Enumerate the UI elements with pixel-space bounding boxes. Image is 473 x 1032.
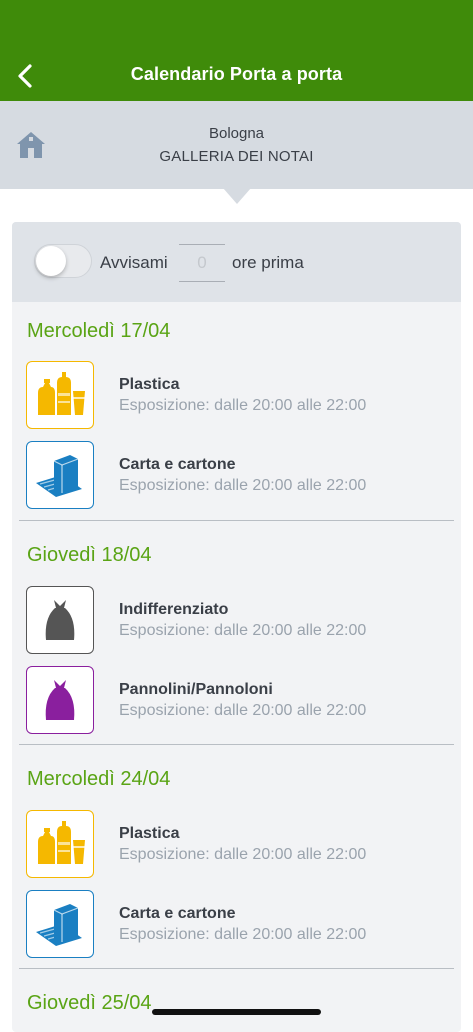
location-city: Bologna	[208, 125, 265, 142]
item-name: Indifferenziato	[119, 601, 229, 618]
day-title: Mercoledì 17/04	[27, 320, 171, 342]
toggle-knob	[36, 246, 66, 276]
day-title: Giovedì 18/04	[27, 544, 152, 566]
item-name: Carta e cartone	[119, 456, 236, 473]
day-title: Giovedì 25/04	[27, 992, 152, 1014]
notify-row: Avvisami 0 ore prima	[12, 222, 461, 302]
item-time: Esposizione: dalle 20:00 alle 22:00	[119, 846, 367, 863]
item-name: Carta e cartone	[119, 905, 236, 922]
day-divider	[19, 968, 454, 969]
location-bar	[0, 101, 473, 189]
day-divider	[19, 520, 454, 521]
item-name: Pannolini/Pannoloni	[119, 681, 273, 698]
location-street: GALLERIA DEI NOTAI	[159, 148, 314, 165]
location-pointer	[223, 188, 251, 204]
item-time: Esposizione: dalle 20:00 alle 22:00	[119, 622, 367, 639]
plastica-icon	[26, 361, 94, 429]
hours-input[interactable]: 0	[179, 244, 225, 282]
item-time: Esposizione: dalle 20:00 alle 22:00	[119, 397, 367, 414]
plastica-icon	[26, 810, 94, 878]
notify-suffix: ore prima	[232, 253, 304, 272]
indifferenziato-icon	[26, 586, 94, 654]
notify-label: Avvisami	[100, 253, 168, 272]
item-time: Esposizione: dalle 20:00 alle 22:00	[119, 477, 367, 494]
page-title: Calendario Porta a porta	[130, 64, 343, 84]
item-time: Esposizione: dalle 20:00 alle 22:00	[119, 926, 367, 943]
pannolini-icon	[26, 666, 94, 734]
carta-icon	[26, 441, 94, 509]
app-header: Calendario Porta a porta	[0, 0, 473, 101]
notify-toggle[interactable]	[34, 244, 92, 278]
item-time: Esposizione: dalle 20:00 alle 22:00	[119, 702, 367, 719]
day-divider	[19, 744, 454, 745]
item-name: Plastica	[119, 376, 180, 393]
calendar-panel: Avvisami 0 ore prima Mercoledì 17/04 Pla…	[12, 222, 461, 1032]
carta-icon	[26, 890, 94, 958]
day-title: Mercoledì 24/04	[27, 768, 171, 790]
item-name: Plastica	[119, 825, 180, 842]
home-indicator	[152, 1009, 321, 1015]
